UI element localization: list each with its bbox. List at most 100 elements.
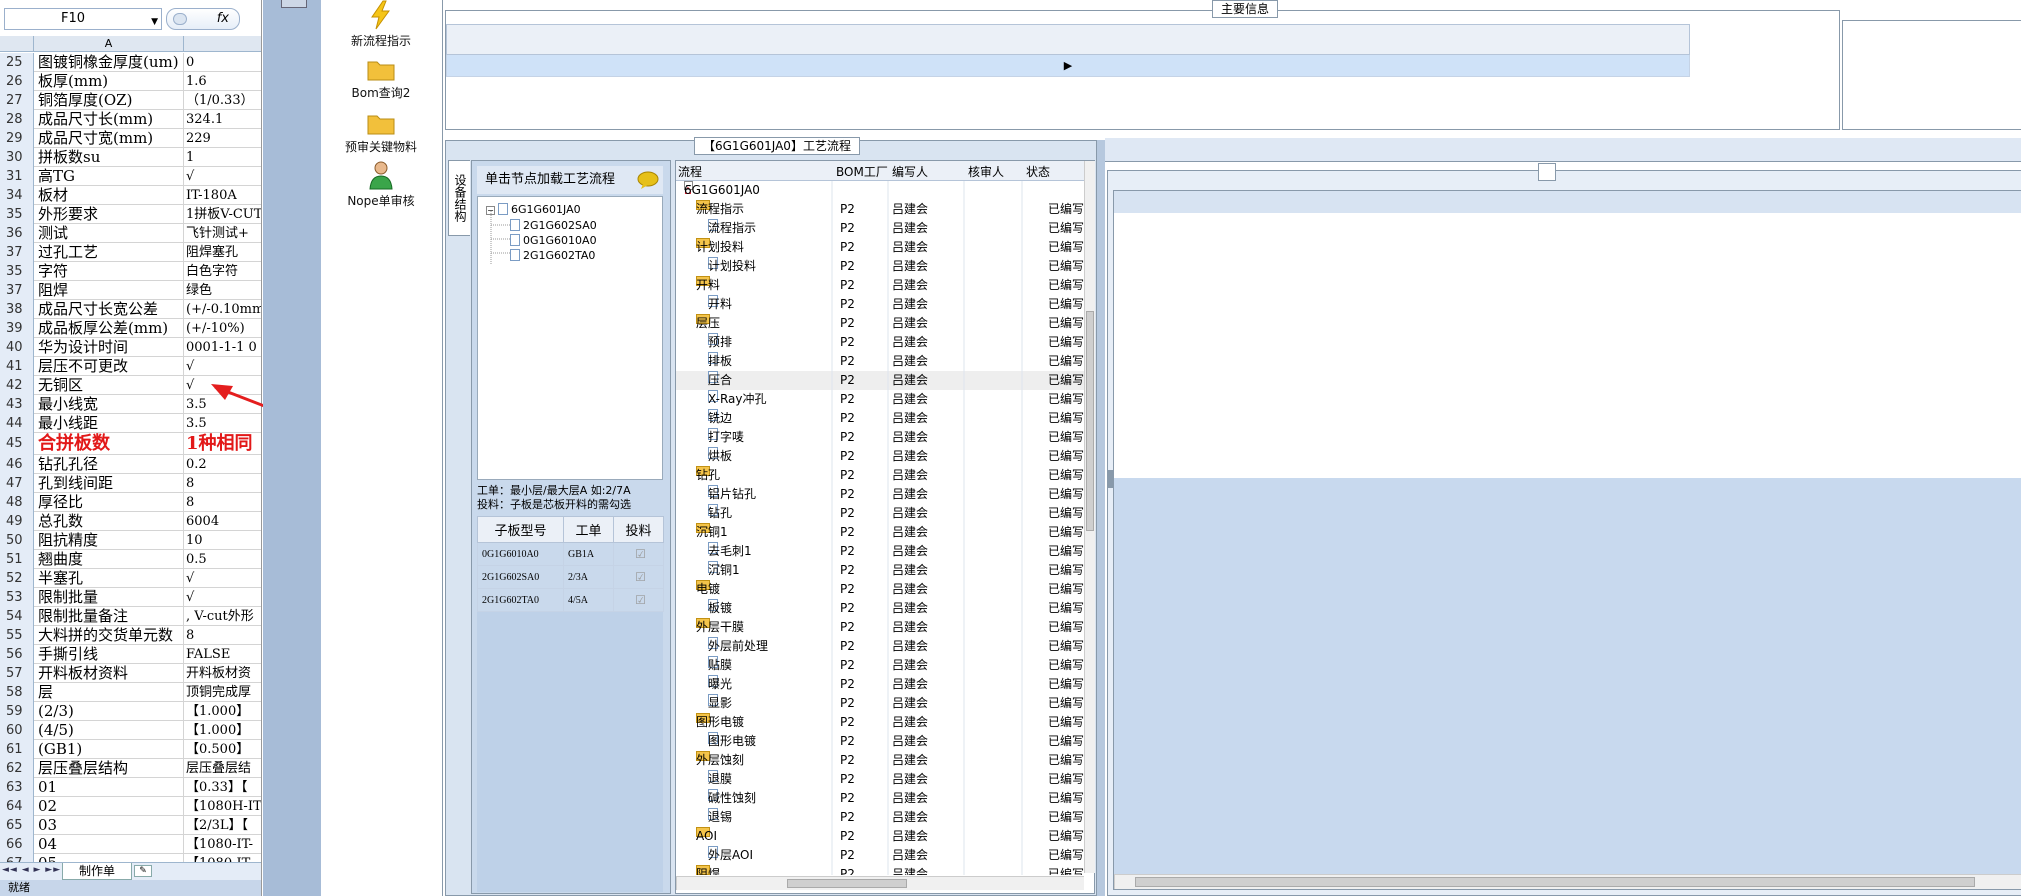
collapse-handle[interactable]: [1107, 470, 1113, 488]
tab-equipment-structure[interactable]: 设备结构: [448, 160, 470, 236]
cell-a[interactable]: 层压不可更改: [34, 357, 184, 376]
sheet-row[interactable]: 40 华为设计时间 0001-1-1 0: [0, 338, 261, 357]
sheet-row[interactable]: 27 铜箔厚度(OZ) （1/0.33）: [0, 91, 261, 110]
row-number[interactable]: 30: [0, 148, 34, 167]
cell-b[interactable]: 【2/3L】【: [184, 816, 261, 835]
sheet-row[interactable]: 25 图镀铜橡金厚度(um) 0: [0, 53, 261, 72]
sheet-row[interactable]: 35 外形要求 1拼板V-CUT: [0, 205, 261, 224]
row-number[interactable]: 31: [0, 167, 34, 186]
formula-button[interactable]: fx: [166, 8, 240, 30]
feed-checkbox[interactable]: ☑: [613, 542, 664, 566]
cell-a[interactable]: 外形要求: [34, 205, 184, 224]
row-number[interactable]: 35: [0, 205, 34, 224]
cell-b[interactable]: 【1.000】: [184, 721, 261, 740]
row-number[interactable]: 26: [0, 72, 34, 91]
cell-a[interactable]: 03: [34, 816, 184, 835]
sheet-row[interactable]: 30 拼板数su 1: [0, 148, 261, 167]
cell-a[interactable]: 成品尺寸长宽公差: [34, 300, 184, 319]
cell-b[interactable]: 10: [184, 531, 261, 550]
cell-a[interactable]: 板厚(mm): [34, 72, 184, 91]
sheet-row[interactable]: 59 (2/3) 【1.000】: [0, 702, 261, 721]
table-row[interactable]: 2G1G602TA0 4/5A ☑: [477, 588, 664, 612]
sheet-row[interactable]: 38 成品尺寸长宽公差 (+/-0.10mm: [0, 300, 261, 319]
scroll-thumb[interactable]: [1086, 311, 1094, 531]
cell-b[interactable]: 飞针测试+: [184, 224, 261, 243]
sheet-row[interactable]: 37 过孔工艺 阻焊塞孔: [0, 243, 261, 262]
table-cell[interactable]: 2/3A: [563, 565, 614, 589]
layup-horizontal-scrollbar[interactable]: [1114, 874, 2021, 889]
table-cell[interactable]: 2G1G602SA0: [477, 565, 564, 589]
row-number[interactable]: 66: [0, 835, 34, 854]
scroll-thumb[interactable]: [787, 879, 907, 888]
column-header[interactable]: 编写人: [892, 163, 928, 180]
feed-checkbox[interactable]: ☑: [613, 565, 664, 589]
cell-b[interactable]: 1拼板V-CUT: [184, 205, 261, 224]
cell-a[interactable]: 拼板数su: [34, 148, 184, 167]
sheet-row[interactable]: 26 板厚(mm) 1.6: [0, 72, 261, 91]
cell-a[interactable]: 华为设计时间: [34, 338, 184, 357]
cell-b[interactable]: 顶铜完成厚: [184, 683, 261, 702]
column-header[interactable]: 子板型号: [477, 516, 564, 543]
chevron-down-icon[interactable]: ▼: [151, 12, 158, 32]
sheet-row[interactable]: 57 开料板材资料 开料板材资: [0, 664, 261, 683]
column-header[interactable]: 状态: [1026, 163, 1050, 180]
cell-a[interactable]: 字符: [34, 262, 184, 281]
row-number[interactable]: 50: [0, 531, 34, 550]
cell-b[interactable]: √: [184, 357, 261, 376]
cell-b[interactable]: 1: [184, 148, 261, 167]
cell-b[interactable]: 【1080-IT-: [184, 835, 261, 854]
row-number[interactable]: 35: [0, 262, 34, 281]
table-cell[interactable]: 4/5A: [563, 588, 614, 612]
sheet-row[interactable]: 52 半塞孔 √: [0, 569, 261, 588]
table-cell[interactable]: GB1A: [563, 542, 614, 566]
sheet-row[interactable]: 65 03 【2/3L】【: [0, 816, 261, 835]
name-box[interactable]: F10 ▼: [4, 8, 162, 30]
column-header[interactable]: 投料: [613, 516, 664, 543]
cell-b[interactable]: 【1080H-IT: [184, 797, 261, 816]
table-row[interactable]: 0G1G6010A0 GB1A ☑: [477, 542, 664, 566]
cell-a[interactable]: 高TG: [34, 167, 184, 186]
row-number[interactable]: 28: [0, 110, 34, 129]
cell-a[interactable]: (2/3): [34, 702, 184, 721]
table-cell[interactable]: 0G1G6010A0: [477, 542, 564, 566]
cell-b[interactable]: 6004: [184, 512, 261, 531]
toolbar-item-preaudit[interactable]: 预审关键物料: [321, 110, 441, 155]
cell-a[interactable]: 成品尺寸长(mm): [34, 110, 184, 129]
row-number[interactable]: 56: [0, 645, 34, 664]
cell-a[interactable]: 成品尺寸宽(mm): [34, 129, 184, 148]
cell-a[interactable]: 孔到线间距: [34, 474, 184, 493]
cell-b[interactable]: 8: [184, 626, 261, 645]
sheet-row[interactable]: 56 手撕引线 FALSE: [0, 645, 261, 664]
sheet-row[interactable]: 53 限制批量 √: [0, 588, 261, 607]
cell-b[interactable]: , V-cut外形: [184, 607, 261, 626]
cell-a[interactable]: 限制批量: [34, 588, 184, 607]
column-header[interactable]: 流程: [678, 163, 702, 180]
cell-b[interactable]: √: [184, 588, 261, 607]
cell-b[interactable]: 8: [184, 493, 261, 512]
toolbar-item-bom-query[interactable]: Bom查询2: [321, 56, 441, 101]
cell-a[interactable]: 铜箔厚度(OZ): [34, 91, 184, 110]
cell-b[interactable]: 【0.500】: [184, 740, 261, 759]
cell-a[interactable]: 图镀铜橡金厚度(um): [34, 53, 184, 72]
cell-b[interactable]: 阻焊塞孔: [184, 243, 261, 262]
cell-a[interactable]: 层压叠层结构: [34, 759, 184, 778]
cell-b[interactable]: 0.2: [184, 455, 261, 474]
row-number[interactable]: 61: [0, 740, 34, 759]
cell-b[interactable]: (+/-10%): [184, 319, 261, 338]
cell-b[interactable]: FALSE: [184, 645, 261, 664]
cell-a[interactable]: 测试: [34, 224, 184, 243]
row-number[interactable]: 57: [0, 664, 34, 683]
sheet-row[interactable]: 64 02 【1080H-IT: [0, 797, 261, 816]
scroll-thumb[interactable]: [1135, 877, 1975, 887]
cell-a[interactable]: 02: [34, 797, 184, 816]
sheet-row[interactable]: 50 阻抗精度 10: [0, 531, 261, 550]
cell-b[interactable]: 【1.000】: [184, 702, 261, 721]
row-number[interactable]: 58: [0, 683, 34, 702]
sheet-row[interactable]: 29 成品尺寸宽(mm) 229: [0, 129, 261, 148]
sheet-row[interactable]: 54 限制批量备注, V-cut外形: [0, 607, 261, 626]
cell-a[interactable]: 总孔数: [34, 512, 184, 531]
sheet-row[interactable]: 55 大料拼的交货单元数 8: [0, 626, 261, 645]
sheet-row[interactable]: 41 层压不可更改 √: [0, 357, 261, 376]
row-number[interactable]: 55: [0, 626, 34, 645]
sheet-row[interactable]: 51 翘曲度 0.5: [0, 550, 261, 569]
